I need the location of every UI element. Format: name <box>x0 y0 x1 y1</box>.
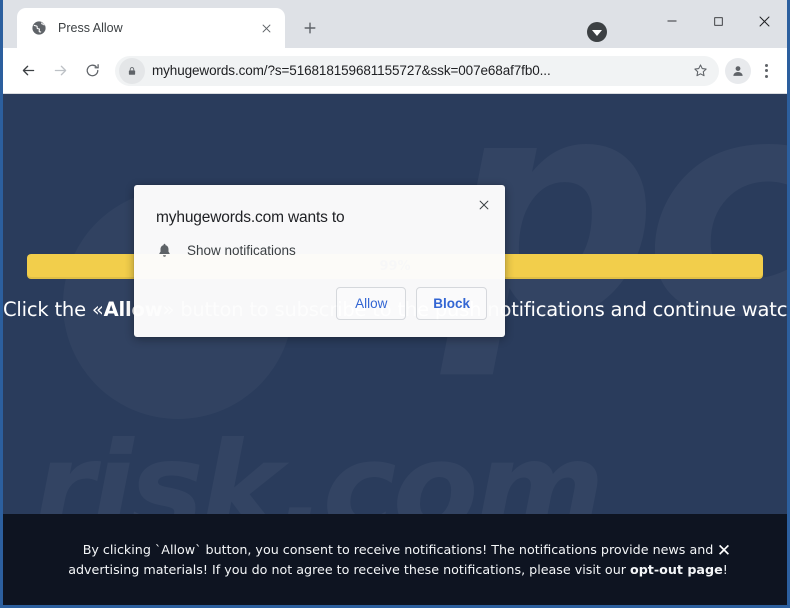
close-window-button[interactable] <box>741 0 787 42</box>
page-viewport: pc risk.com 99% Click the «Allow» button… <box>3 94 787 605</box>
bookmark-star-icon[interactable] <box>689 63 711 78</box>
notification-permission-dialog: myhugewords.com wants to Show notificati… <box>134 185 505 337</box>
address-bar[interactable]: myhugewords.com/?s=516818159681155727&ss… <box>115 55 719 86</box>
new-tab-button[interactable] <box>295 13 325 43</box>
opt-out-page-link[interactable]: opt-out page <box>630 562 723 577</box>
block-button[interactable]: Block <box>416 287 487 320</box>
permission-label: Show notifications <box>187 243 296 258</box>
allow-button[interactable]: Allow <box>336 287 407 320</box>
headline-before: Click the « <box>3 298 104 321</box>
url-text[interactable]: myhugewords.com/?s=516818159681155727&ss… <box>152 63 689 78</box>
reload-button[interactable] <box>77 56 107 86</box>
dialog-actions: Allow Block <box>336 287 487 320</box>
consent-banner: By clicking `Allow` button, you consent … <box>3 514 787 605</box>
minimize-button[interactable] <box>649 0 695 42</box>
permission-row: Show notifications <box>156 242 296 259</box>
chevron-down-icon <box>592 29 602 36</box>
close-icon[interactable]: ✕ <box>713 540 735 562</box>
bell-icon <box>156 242 173 259</box>
consent-line-1: By clicking `Allow` button, you consent … <box>82 541 714 557</box>
consent-line-2-after: ! <box>722 561 728 577</box>
chrome-menu-icon[interactable] <box>753 57 779 85</box>
close-icon[interactable] <box>257 19 275 37</box>
dialog-title: myhugewords.com wants to <box>156 209 345 226</box>
browser-toolbar: myhugewords.com/?s=516818159681155727&ss… <box>3 48 787 94</box>
window-controls <box>649 0 787 42</box>
back-button[interactable] <box>13 56 43 86</box>
close-icon[interactable] <box>473 194 495 216</box>
globe-icon <box>31 20 47 36</box>
tab-search-icon[interactable] <box>587 22 607 42</box>
lock-icon[interactable] <box>119 57 145 84</box>
toolbar-right-actions <box>725 57 779 85</box>
consent-line-2-before: advertising materials! If you do not agr… <box>68 561 630 577</box>
maximize-button[interactable] <box>695 0 741 42</box>
browser-tab[interactable]: Press Allow <box>17 8 285 48</box>
tab-title: Press Allow <box>58 21 123 35</box>
forward-button[interactable] <box>45 56 75 86</box>
browser-window: Press Allow myhugewords.com/?s=516818159… <box>0 0 790 608</box>
consent-banner-text: By clicking `Allow` button, you consent … <box>3 540 787 579</box>
tab-strip: Press Allow <box>3 0 787 48</box>
avatar[interactable] <box>725 57 751 84</box>
